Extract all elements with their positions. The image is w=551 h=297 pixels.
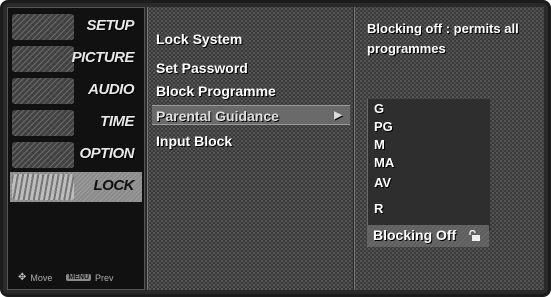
submenu-item-label: Set Password (156, 60, 248, 76)
menu-item-lock[interactable]: LOCK (10, 172, 142, 202)
menu-item-label: SETUP (86, 17, 134, 34)
prev-label: Prev (95, 272, 114, 283)
menu-item-label: AUDIO (88, 81, 134, 98)
submenu-item-label: Block Programme (156, 83, 276, 99)
option-icon (12, 142, 74, 168)
menu-item-option[interactable]: OPTION (10, 140, 142, 170)
rating-option-r[interactable]: R (374, 201, 383, 216)
chevron-right-icon: ▶ (334, 110, 342, 121)
submenu-item-lock-system[interactable]: Lock System (152, 29, 350, 49)
time-icon (12, 110, 74, 136)
parental-guidance-panel: Blocking off : permits all programmes G … (354, 7, 544, 290)
rating-option-ma[interactable]: MA (374, 155, 394, 170)
audio-icon (12, 78, 74, 104)
blocking-off-label: Blocking Off (373, 227, 457, 243)
blocking-off-option[interactable]: Blocking Off (367, 225, 489, 247)
submenu-item-label: Input Block (156, 133, 233, 149)
submenu-item-set-password[interactable]: Set Password (152, 58, 350, 78)
rating-option-m[interactable]: M (374, 137, 385, 152)
menu-item-audio[interactable]: AUDIO (10, 76, 142, 106)
rating-option-g[interactable]: G (374, 101, 384, 116)
menu-item-label: OPTION (79, 145, 134, 162)
menu-item-setup[interactable]: SETUP (10, 12, 142, 42)
menu-key-icon: MENU (66, 274, 92, 281)
setup-icon (12, 14, 74, 40)
rating-option-pg[interactable]: PG (374, 119, 393, 134)
lock-submenu: Lock System Set Password Block Programme… (147, 7, 353, 290)
submenu-item-label: Lock System (156, 31, 243, 47)
tv-osd-screen: SETUP PICTURE AUDIO TIME OPTION LOCK ✥ M… (0, 0, 551, 297)
submenu-item-label: Parental Guidance (156, 108, 279, 124)
rating-list: G PG M MA AV R (367, 99, 490, 231)
unlock-icon (469, 230, 480, 241)
nav-hint: ✥ Move MENU Prev (18, 272, 114, 283)
menu-item-time[interactable]: TIME (10, 108, 142, 138)
rating-option-av[interactable]: AV (374, 175, 391, 190)
submenu-item-block-programme[interactable]: Block Programme (152, 81, 350, 101)
menu-item-label: TIME (100, 113, 134, 130)
lock-menu-icon (12, 174, 74, 200)
main-menu: SETUP PICTURE AUDIO TIME OPTION LOCK ✥ M… (7, 7, 145, 290)
menu-item-label: LOCK (93, 177, 135, 194)
move-arrows-icon: ✥ (18, 272, 27, 283)
move-label: Move (30, 272, 53, 283)
submenu-item-input-block[interactable]: Input Block (152, 131, 350, 151)
blocking-description: Blocking off : permits all programmes (367, 21, 519, 56)
picture-icon (12, 46, 74, 72)
menu-item-picture[interactable]: PICTURE (10, 44, 142, 74)
submenu-item-parental-guidance[interactable]: Parental Guidance ▶ (152, 105, 350, 125)
menu-item-label: PICTURE (71, 49, 135, 66)
